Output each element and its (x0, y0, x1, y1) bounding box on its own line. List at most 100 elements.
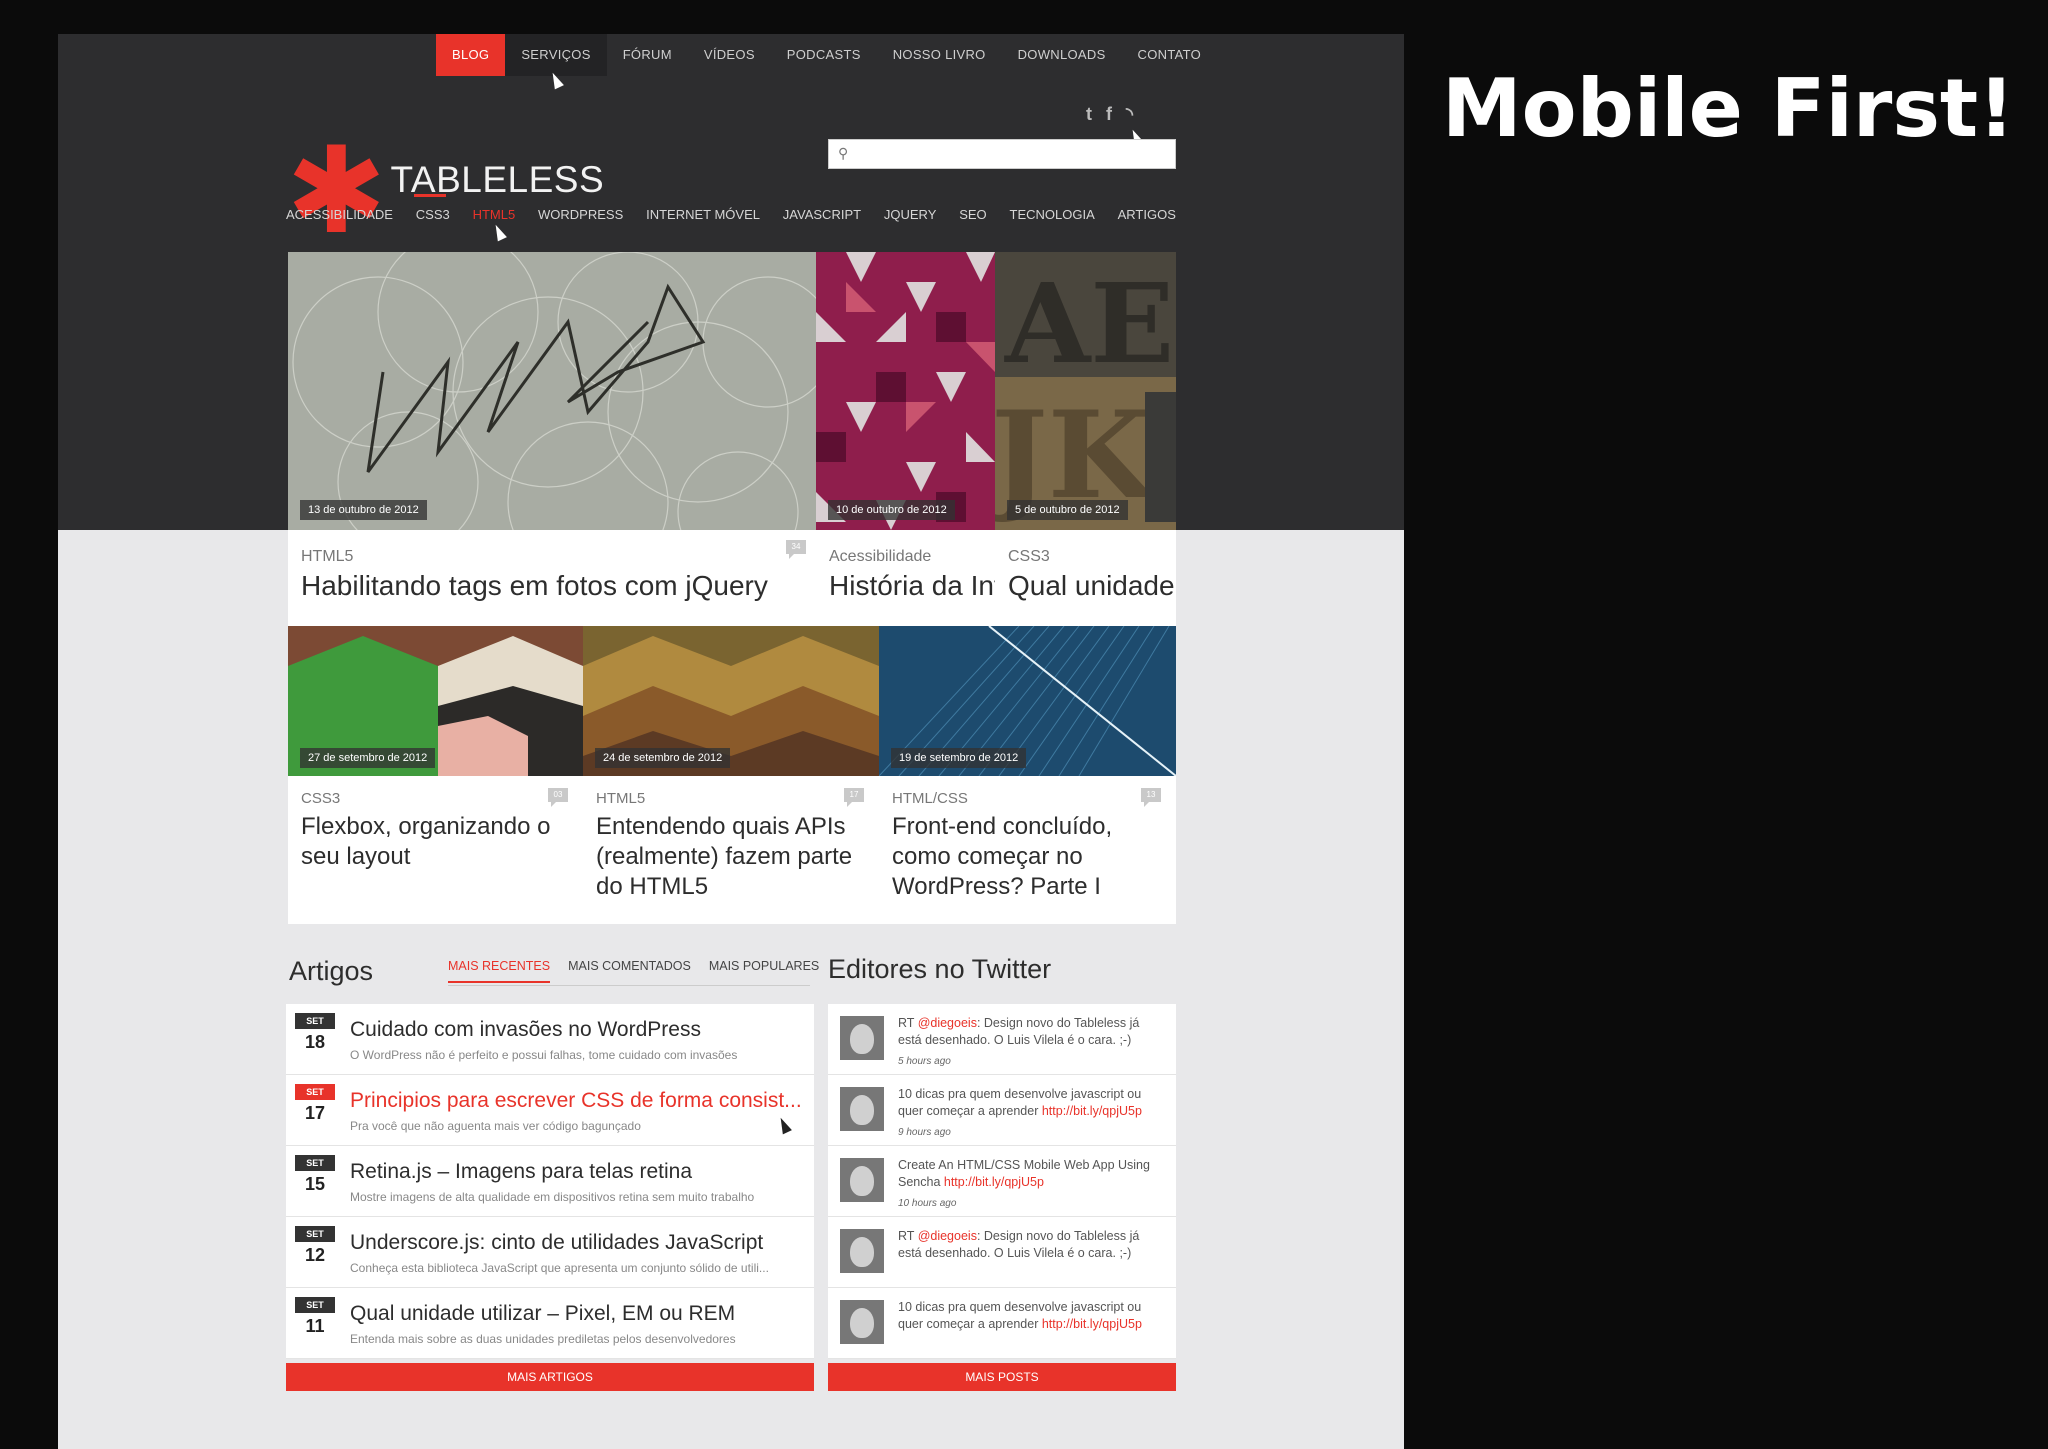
article-title[interactable]: Underscore.js: cinto de utilidades JavaS… (350, 1231, 763, 1255)
tab-mais-populares[interactable]: MAIS POPULARES (709, 959, 819, 983)
list-item[interactable]: SET 11 Qual unidade utilizar – Pixel, EM… (286, 1288, 814, 1359)
tweet-text: RT @diegoeis: Design novo do Tableless j… (898, 1016, 1140, 1048)
svg-text:AE: AE (1004, 259, 1174, 388)
list-item[interactable]: SET 12 Underscore.js: cinto de utilidade… (286, 1217, 814, 1288)
site-logo[interactable]: ✱ TABLELESS (286, 104, 604, 252)
tweet-time: 10 hours ago (898, 1198, 957, 1209)
tweet: Create An HTML/CSS Mobile Web App Using … (828, 1146, 1176, 1217)
article-title[interactable]: Retina.js – Imagens para telas retina (350, 1160, 692, 1184)
post-category[interactable]: Acessibilidade (829, 548, 931, 566)
list-item[interactable]: SET 15 Retina.js – Imagens para telas re… (286, 1146, 814, 1217)
cat-wordpress[interactable]: WORDPRESS (538, 207, 623, 222)
cat-internet-movel[interactable]: INTERNET MÓVEL (646, 207, 760, 222)
card-image (816, 252, 995, 530)
topnav-blog[interactable]: BLOG (436, 34, 506, 76)
tweet-link[interactable]: http://bit.ly/qpjU5p (944, 1175, 1044, 1189)
post-title[interactable]: Flexbox, organizando o seu layout (301, 812, 573, 872)
post-category[interactable]: CSS3 (301, 790, 340, 807)
featured-card[interactable]: 10 de outubro de 2012 Acessibilidade His… (816, 252, 995, 627)
cat-artigos[interactable]: ARTIGOS (1118, 207, 1176, 222)
avatar[interactable] (840, 1016, 884, 1060)
post-category[interactable]: HTML/CSS (892, 790, 968, 807)
search-input[interactable]: ⚲ (828, 139, 1176, 169)
comment-count-badge: 03 (548, 788, 568, 807)
cat-javascript[interactable]: JAVASCRIPT (783, 207, 861, 222)
article-title[interactable]: Cuidado com invasões no WordPress (350, 1018, 701, 1042)
cat-tecnologia[interactable]: TECNOLOGIA (1010, 207, 1095, 222)
website-screenshot: BLOG SERVIÇOS FÓRUM VÍDEOS PODCASTS NOSS… (58, 34, 1404, 1449)
post-category[interactable]: CSS3 (1008, 548, 1050, 566)
more-posts-button[interactable]: MAIS POSTS (828, 1363, 1176, 1391)
post-title[interactable]: Habilitando tags em fotos com jQuery (301, 570, 806, 601)
twitter-heading: Editores no Twitter (828, 954, 1052, 984)
topnav-forum[interactable]: FÓRUM (607, 34, 688, 76)
featured-card[interactable]: 13 de outubro de 2012 HTML5 34 Habilitan… (288, 252, 816, 627)
list-item[interactable]: SET 17 Principios para escrever CSS de f… (286, 1075, 814, 1146)
badge-day: 15 (304, 1174, 326, 1194)
cat-jquery[interactable]: JQUERY (884, 207, 937, 222)
tweet-time: 9 hours ago (898, 1127, 951, 1138)
cat-css3[interactable]: CSS3 (416, 207, 450, 222)
twitter-icon[interactable]: t (1086, 104, 1092, 125)
card-image: AE JK (995, 252, 1176, 530)
active-category-marker (414, 194, 446, 197)
cat-html5[interactable]: HTML5 (473, 207, 516, 222)
topnav-downloads[interactable]: DOWNLOADS (1002, 34, 1122, 76)
tweets-list: RT @diegoeis: Design novo do Tableless j… (828, 1004, 1176, 1359)
list-item[interactable]: SET 18 Cuidado com invasões no WordPress… (286, 1004, 814, 1075)
featured-card[interactable]: 24 de setembro de 2012 HTML5 17 Entenden… (583, 626, 879, 924)
post-title[interactable]: Front-end concluído, como começar no Wor… (892, 812, 1166, 902)
category-nav: ACESSIBILIDADE CSS3 HTML5 WORDPRESS INTE… (286, 207, 1176, 222)
topnav-podcasts[interactable]: PODCASTS (771, 34, 877, 76)
badge-month: SET (295, 1013, 335, 1029)
topnav-videos[interactable]: VÍDEOS (688, 34, 771, 76)
post-title[interactable]: Qual unidade utilizar (1008, 570, 1176, 601)
featured-card[interactable]: 19 de setembro de 2012 HTML/CSS 13 Front… (879, 626, 1176, 924)
avatar[interactable] (840, 1229, 884, 1273)
topnav-servicos[interactable]: SERVIÇOS (505, 34, 607, 76)
avatar[interactable] (840, 1158, 884, 1202)
tab-mais-recentes[interactable]: MAIS RECENTES (448, 959, 551, 983)
rss-icon[interactable]: ◝ (1126, 104, 1133, 125)
topnav-nosso-livro[interactable]: NOSSO LIVRO (877, 34, 1002, 76)
tweet-link[interactable]: http://bit.ly/qpjU5p (1042, 1317, 1142, 1331)
cat-seo[interactable]: SEO (959, 207, 986, 222)
tweet: 10 dicas pra quem desenvolve javascript … (828, 1288, 1176, 1359)
tweet-text: Create An HTML/CSS Mobile Web App Using … (898, 1158, 1150, 1190)
slide-title: Mobile First! (1442, 62, 2015, 155)
article-summary: O WordPress não é perfeito e possui falh… (350, 1048, 738, 1062)
tweet-time: 5 hours ago (898, 1056, 951, 1067)
top-nav: BLOG SERVIÇOS FÓRUM VÍDEOS PODCASTS NOSS… (436, 34, 1217, 76)
avatar[interactable] (840, 1300, 884, 1344)
topnav-contato[interactable]: CONTATO (1122, 34, 1218, 76)
tweet-link[interactable]: http://bit.ly/qpjU5p (1042, 1104, 1142, 1118)
date-badge: SET 18 (295, 1013, 335, 1053)
articles-tabs: MAIS RECENTES MAIS COMENTADOS MAIS POPUL… (448, 959, 819, 983)
tweet-link[interactable]: @diegoeis (918, 1229, 977, 1243)
featured-card[interactable]: AE JK 5 de outubro de 2012 CSS3 Qual uni… (995, 252, 1176, 627)
tweet: RT @diegoeis: Design novo do Tableless j… (828, 1004, 1176, 1075)
date-badge: SET 17 (295, 1084, 335, 1124)
facebook-icon[interactable]: f (1106, 104, 1112, 125)
featured-card[interactable]: 27 de setembro de 2012 CSS3 03 Flexbox, … (288, 626, 583, 924)
tweet-link[interactable]: @diegoeis (918, 1016, 977, 1030)
tweet-text: 10 dicas pra quem desenvolve javascript … (898, 1300, 1142, 1332)
cat-acessibilidade[interactable]: ACESSIBILIDADE (286, 207, 393, 222)
article-summary: Entenda mais sobre as duas unidades pred… (350, 1332, 736, 1346)
comment-count-badge: 17 (844, 788, 864, 807)
badge-day: 18 (304, 1032, 326, 1052)
tweet-text: RT @diegoeis: Design novo do Tableless j… (898, 1229, 1140, 1261)
more-articles-button[interactable]: MAIS ARTIGOS (286, 1363, 814, 1391)
tweet: RT @diegoeis: Design novo do Tableless j… (828, 1217, 1176, 1288)
post-title[interactable]: Entendendo quais APIs (realmente) fazem … (596, 812, 869, 902)
article-title[interactable]: Principios para escrever CSS de forma co… (350, 1089, 802, 1113)
tab-mais-comentados[interactable]: MAIS COMENTADOS (568, 959, 691, 983)
post-title[interactable]: História da Internet (829, 570, 995, 601)
post-category[interactable]: HTML5 (301, 548, 353, 566)
article-title[interactable]: Qual unidade utilizar – Pixel, EM ou REM (350, 1302, 735, 1326)
badge-day: 12 (304, 1245, 326, 1265)
article-summary: Pra você que não aguenta mais ver código… (350, 1119, 641, 1133)
post-category[interactable]: HTML5 (596, 790, 645, 807)
avatar[interactable] (840, 1087, 884, 1131)
date-badge: SET 12 (295, 1226, 335, 1266)
